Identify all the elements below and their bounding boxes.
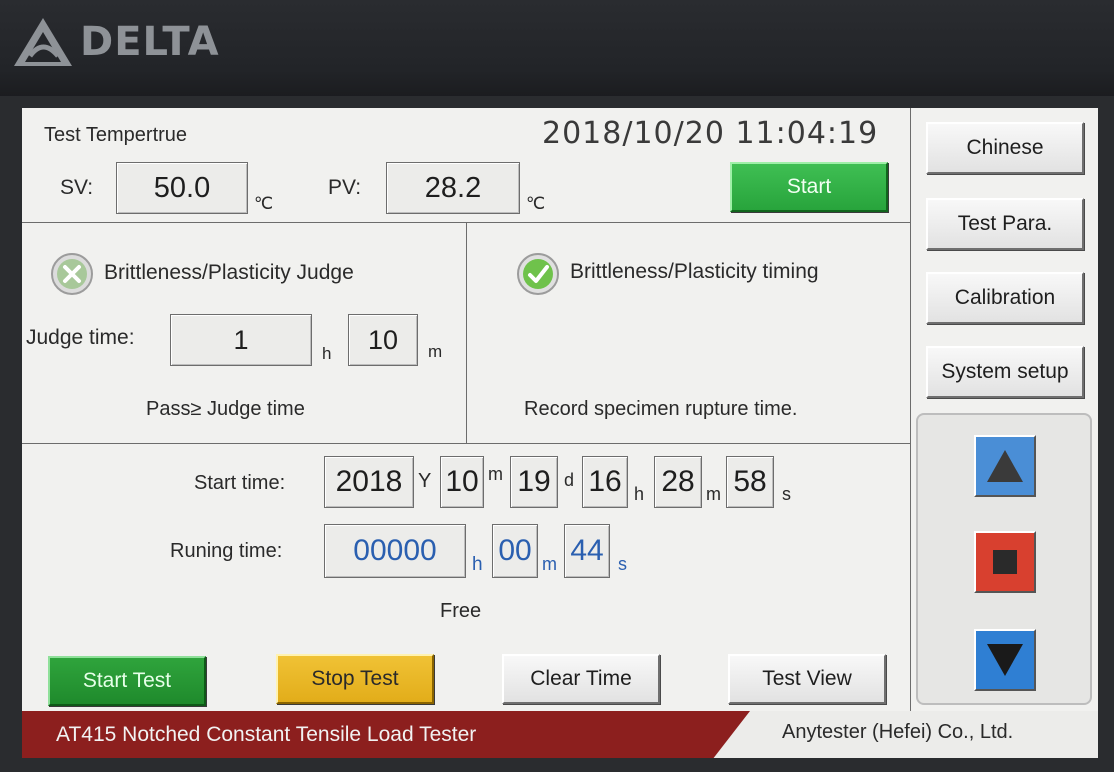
running-hours-unit: h: [472, 554, 483, 575]
brand-logo-text: DELTA: [80, 19, 220, 65]
calibration-label: Calibration: [954, 286, 1056, 309]
start-month-value: 10: [445, 465, 479, 498]
test-view-button[interactable]: Test View: [728, 654, 886, 704]
start-minute-field: 28: [654, 456, 702, 508]
footer-company: Anytester (Hefei) Co., Ltd.: [782, 721, 1014, 743]
nav-down-button[interactable]: [974, 629, 1036, 691]
timing-title: Brittleness/Plasticity timing: [570, 260, 819, 283]
running-minutes-field: 00: [492, 524, 538, 578]
start-day-unit: d: [564, 470, 575, 490]
square-stop-icon: [993, 550, 1017, 574]
stop-test-button[interactable]: Stop Test: [276, 654, 434, 704]
time-divider: [22, 443, 910, 444]
judge-divider: [466, 222, 467, 444]
sv-label: SV:: [60, 176, 94, 199]
test-para-label: Test Para.: [957, 212, 1053, 235]
start-hour-unit: h: [634, 484, 645, 504]
judge-disabled-x-icon[interactable]: [50, 252, 94, 296]
pv-label: PV:: [328, 176, 362, 199]
datetime-display: 2018/10/20 11:04:19: [542, 116, 879, 151]
running-seconds-value: 44: [570, 534, 604, 567]
sidebar-divider: [910, 108, 911, 711]
judge-time-label: Judge time:: [26, 326, 135, 349]
judge-note: Pass≥ Judge time: [146, 398, 305, 420]
running-minutes-unit: m: [542, 554, 557, 574]
start-minute-unit: m: [706, 484, 721, 504]
running-seconds-field: 44: [564, 524, 610, 578]
start-hour-value: 16: [588, 465, 622, 498]
running-hours-value: 00000: [353, 534, 437, 567]
start-second-field: 58: [726, 456, 774, 508]
calibration-button[interactable]: Calibration: [926, 272, 1084, 324]
start-hour-field: 16: [582, 456, 628, 508]
running-time-label: Runing time:: [170, 540, 283, 562]
system-setup-label: System setup: [941, 360, 1069, 383]
footer-product: AT415 Notched Constant Tensile Load Test…: [56, 723, 477, 746]
device-bezel-top: DELTA: [0, 0, 1114, 100]
start-year-field: 2018: [324, 456, 414, 508]
chinese-label: Chinese: [966, 136, 1044, 159]
sv-value-field[interactable]: 50.0: [116, 162, 248, 214]
sv-unit: ℃: [254, 194, 274, 213]
stop-test-label: Stop Test: [311, 667, 399, 690]
start-second-unit: s: [782, 484, 791, 504]
triangle-down-icon: [987, 644, 1023, 676]
triangle-up-icon: [987, 450, 1023, 482]
start-day-value: 19: [517, 465, 551, 498]
running-seconds-unit: s: [618, 554, 627, 574]
temperature-title: Test Tempertrue: [44, 124, 188, 146]
start-minute-value: 28: [661, 465, 695, 498]
footer-product-bar: AT415 Notched Constant Tensile Load Test…: [22, 711, 750, 758]
judge-minutes-field[interactable]: 10: [348, 314, 418, 366]
footer-company-bar: Anytester (Hefei) Co., Ltd.: [712, 711, 1098, 758]
judge-minutes-unit: m: [428, 342, 443, 361]
pv-value-field: 28.2: [386, 162, 520, 214]
judge-hours-unit: h: [322, 344, 332, 363]
timing-note: Record specimen rupture time.: [524, 398, 798, 420]
start-month-unit: m: [488, 464, 503, 484]
nav-stop-button[interactable]: [974, 531, 1036, 593]
test-para-button[interactable]: Test Para.: [926, 198, 1084, 250]
start-year-value: 2018: [335, 465, 403, 498]
hmi-screen: Test Tempertrue 2018/10/20 11:04:19 SV: …: [22, 108, 1098, 758]
running-minutes-value: 00: [498, 534, 532, 567]
start-second-value: 58: [733, 465, 767, 498]
temperature-start-button[interactable]: Start: [730, 162, 888, 212]
test-view-label: Test View: [762, 667, 852, 690]
pv-unit: ℃: [526, 194, 546, 213]
temperature-start-label: Start: [786, 175, 832, 198]
start-day-field: 19: [510, 456, 558, 508]
judge-hours-value: 1: [233, 324, 249, 355]
start-test-button[interactable]: Start Test: [48, 656, 206, 706]
clear-time-label: Clear Time: [530, 667, 632, 690]
start-month-field: 10: [440, 456, 484, 508]
start-time-label: Start time:: [194, 472, 286, 494]
sv-value: 50.0: [153, 171, 211, 204]
system-setup-button[interactable]: System setup: [926, 346, 1084, 398]
chinese-button[interactable]: Chinese: [926, 122, 1084, 174]
navigation-panel: [916, 413, 1092, 705]
start-test-label: Start Test: [82, 669, 172, 692]
nav-up-button[interactable]: [974, 435, 1036, 497]
pv-value: 28.2: [424, 171, 482, 204]
judge-hours-field[interactable]: 1: [170, 314, 312, 366]
status-text: Free: [440, 600, 482, 622]
brand-logo: DELTA: [12, 14, 220, 70]
start-year-unit: Y: [418, 470, 432, 492]
running-hours-field: 00000: [324, 524, 466, 578]
judge-title: Brittleness/Plasticity Judge: [104, 261, 354, 284]
delta-logo-icon: [14, 18, 72, 66]
clear-time-button[interactable]: Clear Time: [502, 654, 660, 704]
timing-enabled-check-icon[interactable]: [516, 252, 560, 296]
judge-minutes-value: 10: [367, 324, 399, 355]
